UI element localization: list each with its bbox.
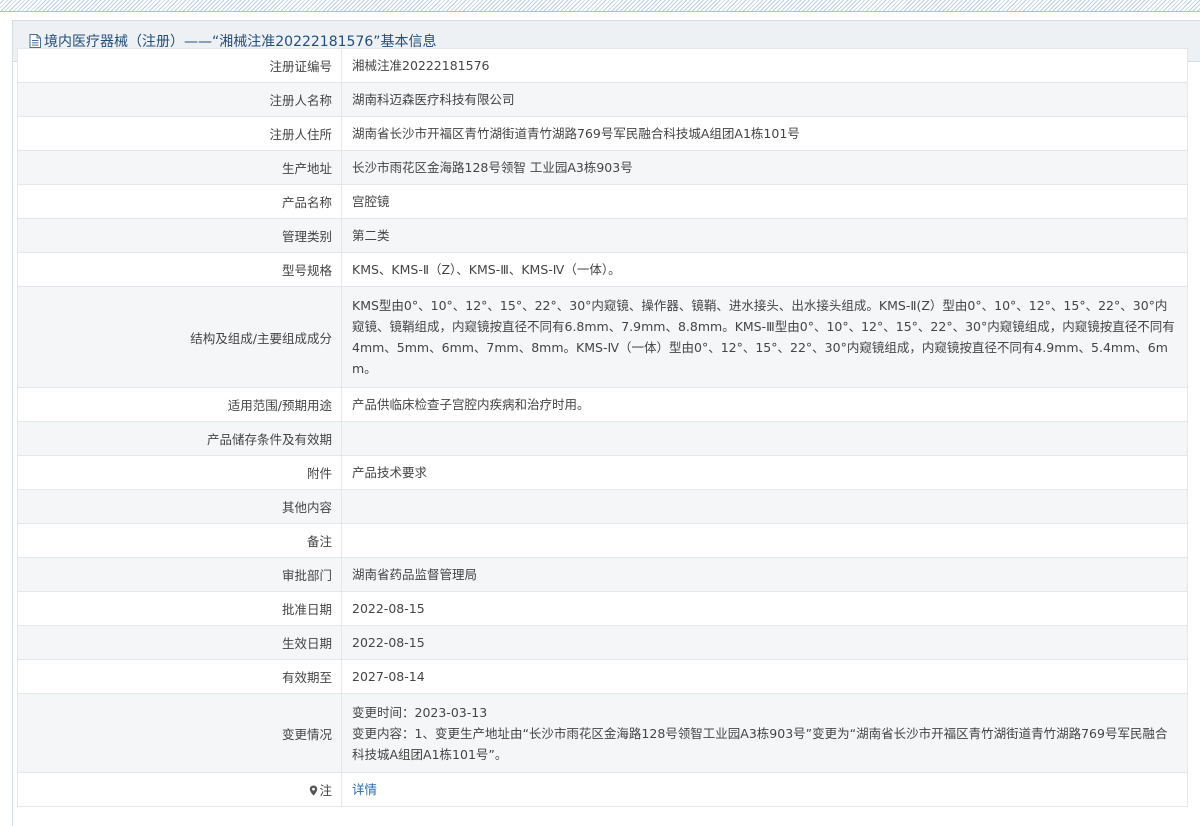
row-label: 生效日期 [17,625,342,660]
table-row: 附件 产品技术要求 [17,455,1188,490]
row-label: 注册证编号 [17,48,342,83]
table-row: 审批部门 湖南省药品监督管理局 [17,557,1188,592]
table-row: 有效期至 2027-08-14 [17,659,1188,694]
table-row: 结构及组成/主要组成成分 KMS型由0°、10°、12°、15°、22°、30°… [17,286,1188,388]
row-value: 2022-08-15 [341,591,1188,626]
location-pin-icon [310,785,318,796]
row-label: 备注 [17,523,342,558]
table-row: 注册人住所 湖南省长沙市开福区青竹湖街道青竹湖路769号军民融合科技城A组团A1… [17,116,1188,151]
row-value: 湖南科迈森医疗科技有限公司 [341,82,1188,117]
detail-table-body: 注册证编号 湘械注准20222181576 注册人名称 湖南科迈森医疗科技有限公… [17,48,1188,807]
details-link[interactable]: 详情 [352,782,377,797]
row-label: 有效期至 [17,659,342,694]
row-label: 型号规格 [17,252,342,287]
table-row: 产品储存条件及有效期 [17,421,1188,456]
row-value: 宫腔镜 [341,184,1188,219]
row-value [341,489,1188,524]
change-value: 变更时间：2023-03-13 变更内容：1、变更生产地址由“长沙市雨花区金海路… [341,693,1188,773]
row-label: 审批部门 [17,557,342,592]
table-row: 生效日期 2022-08-15 [17,625,1188,660]
decorative-top-stripe [0,0,1200,12]
table-row: 产品名称 宫腔镜 [17,184,1188,219]
note-value: 详情 [341,772,1188,807]
table-row: 型号规格 KMS、KMS-Ⅱ（Z）、KMS-Ⅲ、KMS-Ⅳ（一体）。 [17,252,1188,287]
table-row: 其他内容 [17,489,1188,524]
table-row: 注册人名称 湖南科迈森医疗科技有限公司 [17,82,1188,117]
row-label: 适用范围/预期用途 [17,387,342,422]
table-row: 适用范围/预期用途 产品供临床检查子宫腔内疾病和治疗时用。 [17,387,1188,422]
row-value: 2027-08-14 [341,659,1188,694]
table-row: 管理类别 第二类 [17,218,1188,253]
row-value: 产品供临床检查子宫腔内疾病和治疗时用。 [341,387,1188,422]
row-label: 生产地址 [17,150,342,185]
table-row: 备注 [17,523,1188,558]
change-row: 变更情况 变更时间：2023-03-13 变更内容：1、变更生产地址由“长沙市雨… [17,693,1188,773]
table-row: 批准日期 2022-08-15 [17,591,1188,626]
row-label: 产品储存条件及有效期 [17,421,342,456]
row-value: 湖南省药品监督管理局 [341,557,1188,592]
row-label: 注册人住所 [17,116,342,151]
change-time: 变更时间：2023-03-13 [352,704,488,720]
detail-table: 注册证编号 湘械注准20222181576 注册人名称 湖南科迈森医疗科技有限公… [17,48,1188,807]
note-label-cell: 注 [17,772,342,807]
row-label: 产品名称 [17,184,342,219]
row-value: 2022-08-15 [341,625,1188,660]
note-label: 注 [319,783,332,798]
table-row: 注册证编号 湘械注准20222181576 [17,48,1188,83]
row-value: 湖南省长沙市开福区青竹湖街道青竹湖路769号军民融合科技城A组团A1栋101号 [341,116,1188,151]
row-label: 附件 [17,455,342,490]
row-value: KMS、KMS-Ⅱ（Z）、KMS-Ⅲ、KMS-Ⅳ（一体）。 [341,252,1188,287]
row-label: 其他内容 [17,489,342,524]
row-label: 管理类别 [17,218,342,253]
row-value: 湘械注准20222181576 [341,48,1188,83]
row-value [341,421,1188,456]
row-label: 注册人名称 [17,82,342,117]
note-row: 注 详情 [17,772,1188,807]
row-value: KMS型由0°、10°、12°、15°、22°、30°内窥镜、操作器、镜鞘、进水… [341,286,1188,388]
row-value [341,523,1188,558]
document-icon [29,34,41,48]
row-value: 第二类 [341,218,1188,253]
change-label: 变更情况 [17,693,342,773]
change-content: 变更内容：1、变更生产地址由“长沙市雨花区金海路128号领智工业园A3栋903号… [352,725,1168,762]
row-label: 结构及组成/主要组成成分 [17,286,342,388]
table-row: 生产地址 长沙市雨花区金海路128号领智 工业园A3栋903号 [17,150,1188,185]
row-label: 批准日期 [17,591,342,626]
row-value: 产品技术要求 [341,455,1188,490]
row-value: 长沙市雨花区金海路128号领智 工业园A3栋903号 [341,150,1188,185]
